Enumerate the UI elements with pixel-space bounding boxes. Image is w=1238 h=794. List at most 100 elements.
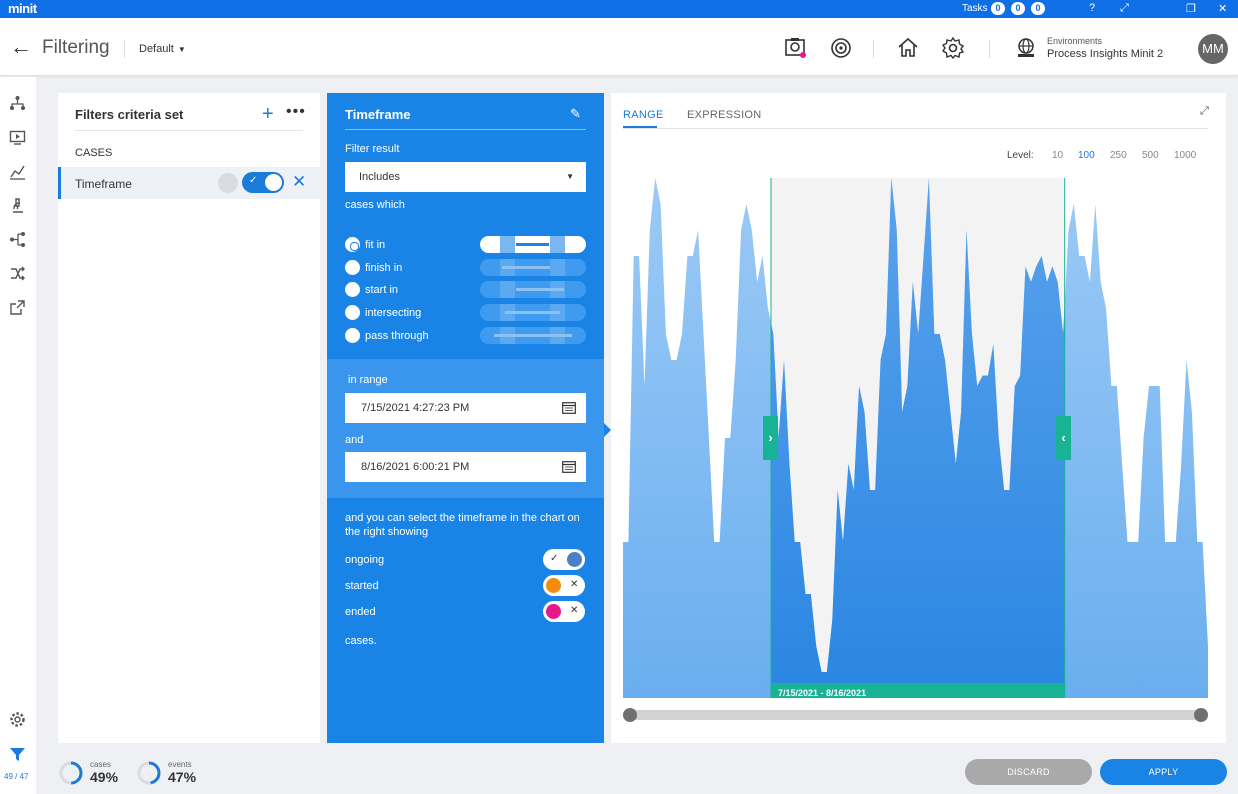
profile-dropdown[interactable]: Default ▼	[139, 43, 186, 55]
environment-globe-icon[interactable]	[1014, 36, 1038, 60]
task-count-badge[interactable]: 0	[1011, 2, 1025, 15]
divider	[75, 130, 303, 131]
range-end-input[interactable]: 8/16/2021 6:00:21 PM	[345, 452, 586, 482]
illustration-bar	[516, 288, 564, 291]
range-end-handle[interactable]: ‹	[1056, 416, 1071, 460]
remove-filter-icon[interactable]: ✕	[292, 172, 306, 192]
back-arrow-icon[interactable]: ←	[10, 34, 32, 60]
check-icon: ✓	[550, 553, 559, 564]
ongoing-toggle[interactable]: ✓	[543, 549, 585, 570]
fullscreen-button[interactable]: ⤢	[1120, 2, 1129, 15]
restore-button[interactable]: ❐	[1186, 2, 1196, 15]
microscope-icon[interactable]	[9, 197, 26, 214]
monitor-icon[interactable]	[9, 129, 26, 146]
illustration-segment	[500, 236, 515, 253]
variants-icon[interactable]	[9, 231, 26, 248]
start-in-illustration	[480, 281, 586, 298]
filter-result-select[interactable]: Includes ▼	[345, 162, 586, 192]
target-icon[interactable]	[829, 36, 853, 60]
radio-unselected[interactable]	[345, 282, 360, 297]
environment-value[interactable]: Process Insights Minit 2	[1047, 48, 1163, 60]
settings-gear-icon[interactable]	[9, 711, 26, 728]
zoom-slider-start-knob[interactable]	[623, 708, 637, 722]
toggle-label: started	[345, 580, 379, 592]
page-title: Filtering	[42, 37, 110, 58]
started-toggle[interactable]: ✕	[543, 575, 585, 596]
illustration-segment	[550, 236, 565, 253]
close-window-button[interactable]: ✕	[1218, 2, 1227, 15]
edit-pencil-icon[interactable]: ✎	[570, 106, 581, 122]
calendar-icon[interactable]	[562, 401, 576, 414]
selection-range-label: 7/15/2021 - 8/16/2021	[778, 688, 867, 698]
radio-unselected[interactable]	[345, 328, 360, 343]
environment-label: Environments	[1047, 36, 1103, 46]
filter-status-icon	[218, 173, 238, 193]
toggle-knob	[567, 552, 582, 567]
avatar[interactable]: MM	[1198, 34, 1228, 64]
intersecting-illustration	[480, 304, 586, 321]
left-nav-rail: 49 / 47	[0, 77, 36, 794]
filter-enabled-toggle[interactable]: ✓	[242, 172, 284, 193]
page-header: ← Filtering Default ▼ Environments Proces…	[0, 18, 1238, 76]
illustration-bar	[502, 266, 550, 269]
illustration-bar	[505, 311, 560, 314]
statistics-icon[interactable]	[9, 163, 26, 180]
ended-toggle[interactable]: ✕	[543, 601, 585, 622]
app-logo: minit	[8, 1, 37, 16]
range-start-handle[interactable]: ›	[763, 416, 778, 460]
option-label: intersecting	[365, 307, 422, 319]
pointer-arrow	[604, 423, 611, 437]
radio-selected[interactable]	[345, 237, 360, 252]
gear-icon[interactable]	[941, 36, 965, 60]
title-bar: minit Tasks 0 0 0 ? ⤢ ❐ ✕	[0, 0, 1238, 18]
home-icon[interactable]	[896, 36, 920, 60]
shuffle-icon[interactable]	[9, 265, 26, 282]
option-finish-in[interactable]: finish in	[345, 258, 586, 278]
option-label: finish in	[365, 262, 403, 274]
cases-label: cases	[90, 760, 111, 769]
option-label: start in	[365, 284, 399, 296]
profile-label: Default	[139, 43, 174, 55]
snapshot-icon[interactable]	[784, 36, 808, 60]
filter-funnel-icon[interactable]	[9, 746, 26, 763]
more-options-icon[interactable]: •••	[286, 103, 306, 121]
divider	[873, 40, 874, 58]
timeframe-chart[interactable]	[611, 93, 1226, 743]
apply-button[interactable]: APPLY	[1100, 759, 1227, 785]
task-count-badge[interactable]: 0	[1031, 2, 1045, 15]
filter-item-timeframe[interactable]: Timeframe ✓ ✕	[58, 167, 320, 199]
calendar-icon[interactable]	[562, 460, 576, 473]
option-intersecting[interactable]: intersecting	[345, 303, 586, 323]
events-value: 47%	[168, 769, 197, 785]
filter-count: 49 / 47	[4, 772, 29, 781]
date-value: 8/16/2021 6:00:21 PM	[361, 461, 470, 473]
cases-which-label: cases which	[345, 199, 405, 211]
pass-through-illustration	[480, 327, 586, 344]
discard-button[interactable]: DISCARD	[965, 759, 1092, 785]
zoom-slider-end-knob[interactable]	[1194, 708, 1208, 722]
fit-in-illustration	[480, 236, 586, 253]
panel-title: Filters criteria set	[75, 107, 184, 122]
footer-bar: cases 49% events 47% DISCARD APPLY	[40, 749, 1238, 794]
zoom-slider-track[interactable]	[623, 710, 1207, 720]
help-button[interactable]: ?	[1089, 2, 1095, 14]
option-fit-in[interactable]: fit in	[345, 235, 586, 255]
cases-end-label: cases.	[345, 635, 377, 647]
add-filter-icon[interactable]: +	[262, 103, 274, 126]
toggle-knob	[265, 174, 282, 191]
panel-title: Timeframe	[345, 107, 411, 122]
task-count-badge[interactable]: 0	[991, 2, 1005, 15]
range-section: in range 7/15/2021 4:27:23 PM and 8/16/2…	[327, 359, 604, 498]
range-start-input[interactable]: 7/15/2021 4:27:23 PM	[345, 393, 586, 423]
tasks-label: Tasks	[962, 3, 988, 14]
option-start-in[interactable]: start in	[345, 280, 586, 300]
timeframe-panel: Timeframe ✎ Filter result Includes ▼ cas…	[327, 93, 611, 743]
illustration-segment	[500, 281, 515, 298]
radio-unselected[interactable]	[345, 305, 360, 320]
process-map-icon[interactable]	[9, 95, 26, 112]
caret-down-icon: ▼	[177, 45, 186, 54]
radio-unselected[interactable]	[345, 260, 360, 275]
export-icon[interactable]	[9, 299, 26, 316]
option-pass-through[interactable]: pass through	[345, 326, 586, 346]
divider	[989, 40, 990, 58]
